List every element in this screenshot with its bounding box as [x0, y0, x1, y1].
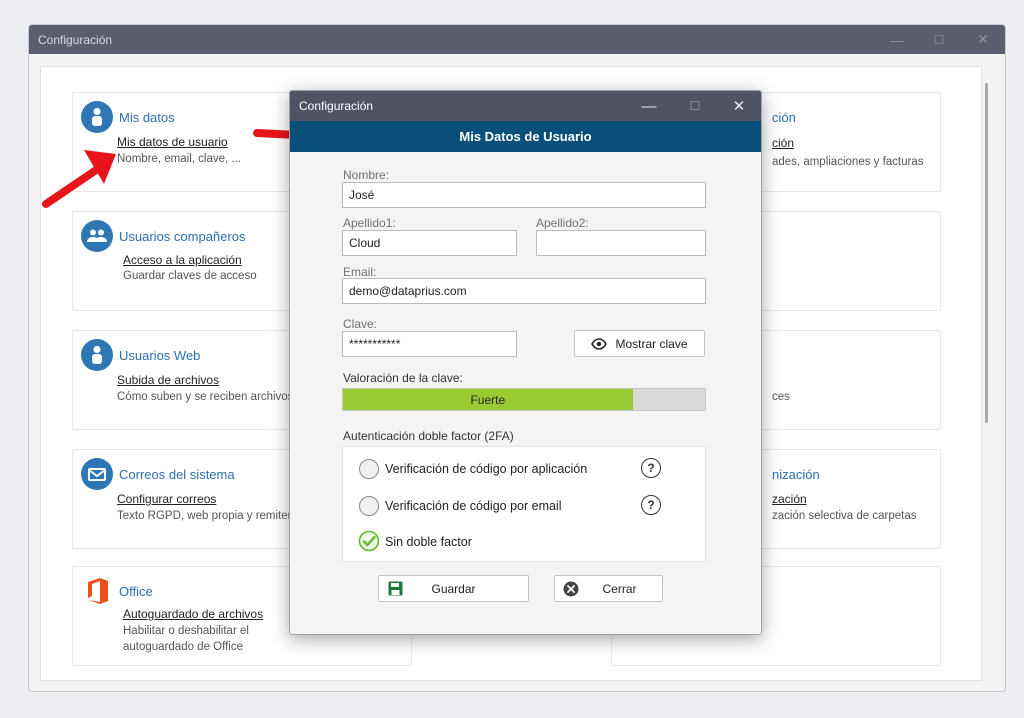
strength-label: Valoración de la clave: — [343, 371, 463, 385]
show-password-button[interactable]: Mostrar clave — [574, 330, 705, 357]
save-button[interactable]: Guardar — [378, 575, 529, 602]
twofa-email-radio[interactable] — [359, 496, 379, 516]
twofa-app-radio[interactable] — [359, 459, 379, 479]
apellido2-field[interactable] — [536, 230, 706, 256]
dialog-minimize-button[interactable]: — — [626, 91, 672, 121]
dialog-close-button[interactable]: ✕ — [716, 91, 761, 121]
check-icon — [358, 530, 380, 552]
twofa-none-label[interactable]: Sin doble factor — [385, 535, 472, 549]
dialog-header: Mis Datos de Usuario — [290, 121, 761, 152]
twofa-options: Verificación de código por aplicación ? … — [342, 446, 706, 562]
apellido1-label: Apellido1: — [343, 216, 396, 230]
nombre-label: Nombre: — [343, 168, 390, 182]
arrow-to-link — [42, 150, 116, 208]
floppy-disk-icon — [388, 581, 403, 596]
save-label: Guardar — [431, 581, 476, 596]
dialog-maximize-button[interactable]: ☐ — [672, 91, 718, 121]
twofa-app-label[interactable]: Verificación de código por aplicación — [385, 462, 587, 476]
twofa-none-radio-checked[interactable] — [358, 530, 380, 555]
clave-field[interactable] — [342, 331, 517, 357]
dialog-title: Configuración — [299, 99, 374, 113]
help-icon[interactable]: ? — [641, 458, 661, 478]
password-strength-bar: Fuerte — [342, 388, 706, 411]
email-label: Email: — [343, 265, 377, 279]
apellido2-label: Apellido2: — [536, 216, 589, 230]
close-label: Cerrar — [602, 581, 637, 596]
dialog-titlebar: Configuración — ☐ ✕ — [290, 91, 761, 121]
close-circle-icon — [563, 581, 579, 596]
clave-label: Clave: — [343, 317, 378, 331]
close-button[interactable]: Cerrar — [554, 575, 663, 602]
mis-datos-dialog: Configuración — ☐ ✕ Mis Datos de Usuario… — [289, 90, 762, 635]
email-field[interactable] — [342, 278, 706, 304]
password-strength-fill: Fuerte — [343, 389, 633, 410]
show-password-label: Mostrar clave — [615, 336, 688, 351]
apellido1-field[interactable] — [342, 230, 517, 256]
eye-icon — [591, 337, 608, 350]
twofa-email-label[interactable]: Verificación de código por email — [385, 499, 562, 513]
nombre-field[interactable] — [342, 182, 706, 208]
help-icon[interactable]: ? — [641, 495, 661, 515]
strength-value: Fuerte — [470, 392, 506, 407]
twofa-label: Autenticación doble factor (2FA) — [343, 429, 514, 443]
